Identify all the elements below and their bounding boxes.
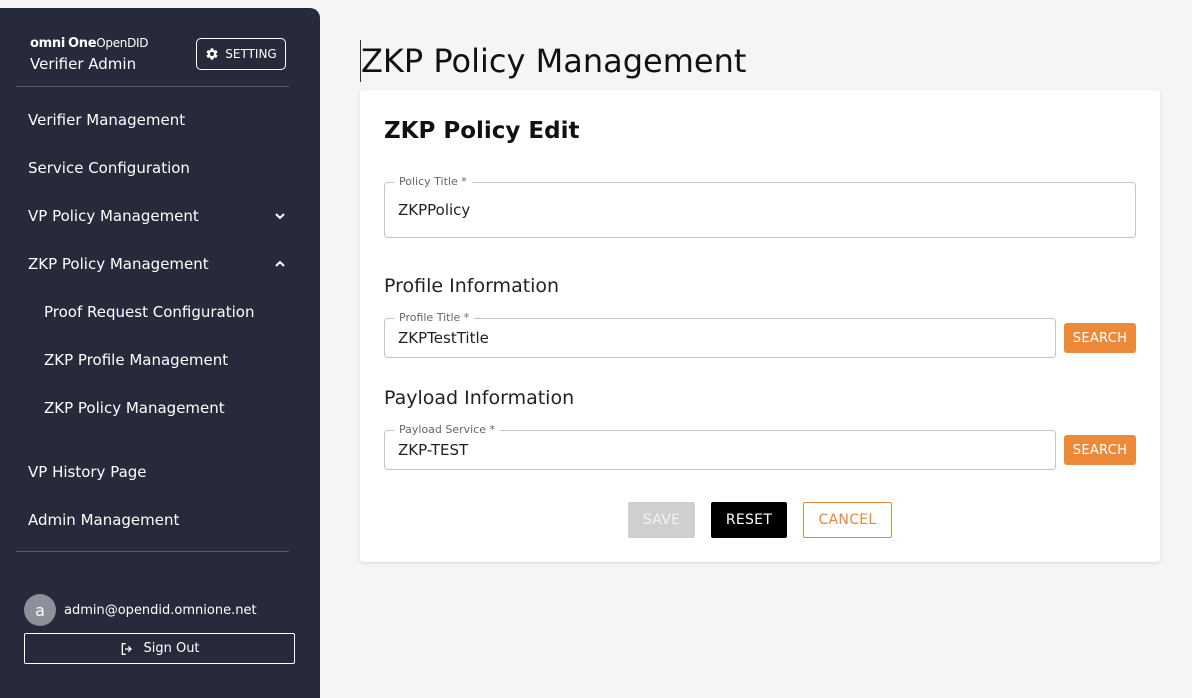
cancel-button[interactable]: CANCEL xyxy=(803,502,892,538)
policy-title-field[interactable]: Policy Title * ZKPPolicy xyxy=(384,176,1136,238)
logo: omni One OpenDID xyxy=(30,34,149,52)
nav-verifier-management[interactable]: Verifier Management xyxy=(0,96,320,144)
nav-vp-history-page[interactable]: VP History Page xyxy=(0,448,320,496)
profile-section-title: Profile Information xyxy=(384,275,560,297)
page-title: ZKP Policy Management xyxy=(360,40,747,82)
sign-out-label: Sign Out xyxy=(143,641,200,656)
nav-label: Admin Management xyxy=(28,511,180,529)
payload-service-value: ZKP-TEST xyxy=(398,441,469,459)
card-title: ZKP Policy Edit xyxy=(384,118,580,144)
policy-title-label: Policy Title * xyxy=(394,176,472,188)
sidebar-divider-top xyxy=(16,86,289,87)
nav-label: VP Policy Management xyxy=(28,207,199,225)
save-button[interactable]: SAVE xyxy=(628,502,695,538)
nav-zkp-policy-management[interactable]: ZKP Policy Management xyxy=(0,384,320,432)
nav-label: ZKP Policy Management xyxy=(44,399,225,417)
user-info: a admin@opendid.omnione.net xyxy=(24,594,257,626)
payload-service-label: Payload Service * xyxy=(394,424,501,436)
nav-label: ZKP Policy Management xyxy=(28,255,209,273)
brand: omni One OpenDID Verifier Admin xyxy=(30,34,149,74)
nav-zkp-policy-management-group[interactable]: ZKP Policy Management xyxy=(0,240,320,288)
app-subtitle: Verifier Admin xyxy=(30,55,137,73)
payload-search-button[interactable]: SEARCH xyxy=(1064,435,1136,465)
nav-vp-policy-management[interactable]: VP Policy Management xyxy=(0,192,320,240)
nav-zkp-profile-management[interactable]: ZKP Profile Management xyxy=(0,336,320,384)
chevron-up-icon xyxy=(275,260,285,267)
nav-label: ZKP Profile Management xyxy=(44,351,229,369)
setting-label: SETTING xyxy=(225,47,277,61)
sidebar-nav: Verifier Management Service Configuratio… xyxy=(0,96,320,544)
policy-title-value: ZKPPolicy xyxy=(398,201,471,219)
avatar: a xyxy=(24,594,56,626)
profile-title-label: Profile Title * xyxy=(394,312,475,324)
nav-label: Verifier Management xyxy=(28,111,186,129)
setting-button[interactable]: SETTING xyxy=(196,38,286,70)
nav-label: Service Configuration xyxy=(28,159,190,177)
profile-title-value: ZKPTestTitle xyxy=(398,329,489,347)
nav-service-configuration[interactable]: Service Configuration xyxy=(0,144,320,192)
sign-out-button[interactable]: Sign Out xyxy=(24,633,295,664)
user-email: admin@opendid.omnione.net xyxy=(64,602,257,618)
gear-icon xyxy=(206,48,218,60)
payload-service-field[interactable]: Payload Service * ZKP-TEST xyxy=(384,424,1056,470)
sidebar: omni One OpenDID Verifier Admin SETTING … xyxy=(0,8,320,698)
payload-section-title: Payload Information xyxy=(384,387,575,409)
logo-one-text: One xyxy=(68,35,97,51)
chevron-down-icon xyxy=(275,213,285,220)
profile-search-button[interactable]: SEARCH xyxy=(1064,323,1136,353)
policy-edit-card: ZKP Policy Edit Policy Title * ZKPPolicy… xyxy=(360,90,1160,562)
sidebar-divider-bottom xyxy=(16,551,289,552)
nav-label: Proof Request Configuration xyxy=(44,303,255,321)
logout-icon xyxy=(122,642,133,655)
nav-gap xyxy=(0,432,320,448)
nav-proof-request-configuration[interactable]: Proof Request Configuration xyxy=(0,288,320,336)
nav-label: VP History Page xyxy=(28,463,147,481)
logo-opendid-text: OpenDID xyxy=(96,36,149,50)
nav-admin-management[interactable]: Admin Management xyxy=(0,496,320,544)
logo-omni-text: omni xyxy=(30,35,65,51)
reset-button[interactable]: RESET xyxy=(711,502,787,538)
profile-title-field[interactable]: Profile Title * ZKPTestTitle xyxy=(384,312,1056,358)
